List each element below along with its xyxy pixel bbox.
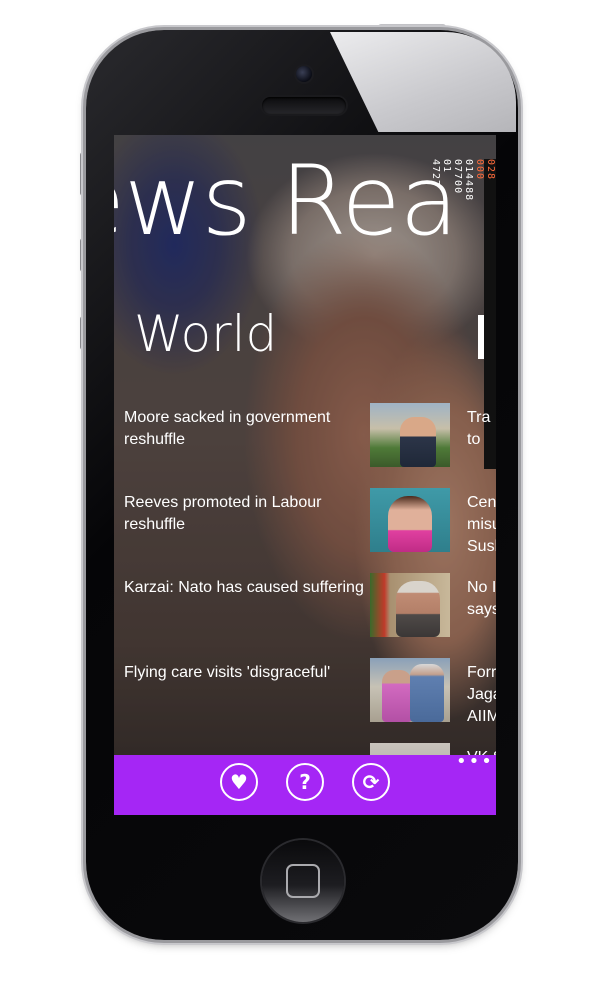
- app-title: ews Rea: [114, 145, 458, 257]
- front-camera: [296, 66, 312, 82]
- next-column-headline[interactable]: Tra to: [467, 407, 496, 451]
- next-column-headline[interactable]: Cen misu Sush: [467, 492, 496, 558]
- next-column-headline[interactable]: No I says: [467, 577, 496, 621]
- app-bar: ♥ ? ⟳ •••: [114, 751, 496, 815]
- home-button: [262, 840, 344, 922]
- news-headline: Flying care visits 'disgraceful': [124, 664, 331, 681]
- news-thumbnail: [370, 573, 450, 637]
- earpiece-speaker: [262, 97, 346, 114]
- more-options-button[interactable]: •••: [456, 751, 494, 772]
- home-icon: [286, 864, 320, 898]
- news-item[interactable]: Karzai: Nato has caused suffering No I s…: [124, 573, 496, 658]
- favorite-button[interactable]: ♥: [220, 763, 258, 801]
- question-icon: ?: [299, 770, 311, 794]
- news-headline: Karzai: Nato has caused suffering: [124, 579, 364, 596]
- news-thumbnail: [370, 403, 450, 467]
- news-thumbnail: [370, 658, 450, 722]
- news-list: Moore sacked in government reshuffle Tra…: [124, 403, 496, 815]
- heart-icon: ♥: [230, 770, 248, 794]
- section-title[interactable]: World: [134, 305, 277, 363]
- news-thumbnail: [370, 488, 450, 552]
- news-headline: Reeves promoted in Labour reshuffle: [124, 494, 322, 533]
- refresh-button[interactable]: ⟳: [352, 763, 390, 801]
- news-item[interactable]: Flying care visits 'disgraceful' Forr Ja…: [124, 658, 496, 743]
- news-item[interactable]: Reeves promoted in Labour reshuffle Cen …: [124, 488, 496, 573]
- app-screen: ews Rea World 028 000 014488 07700 01 47…: [114, 135, 496, 815]
- help-button[interactable]: ?: [286, 763, 324, 801]
- news-headline: Moore sacked in government reshuffle: [124, 409, 331, 448]
- refresh-icon: ⟳: [362, 770, 380, 794]
- news-item[interactable]: Moore sacked in government reshuffle Tra…: [124, 403, 496, 488]
- next-column-headline[interactable]: Forr Jaga AIIM: [467, 662, 496, 728]
